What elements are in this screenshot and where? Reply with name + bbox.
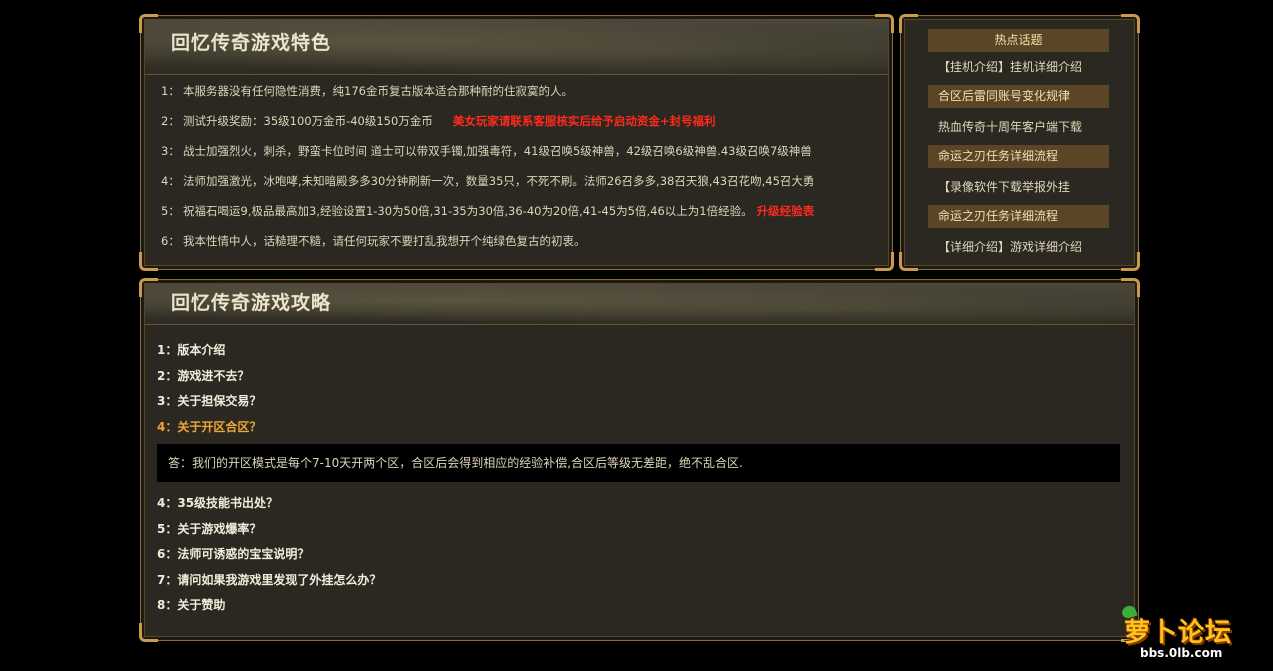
faq-question[interactable]: 8：关于赞助 xyxy=(157,593,1120,619)
feature-number: 2： xyxy=(161,114,180,128)
faq-question[interactable]: 1：版本介绍 xyxy=(157,338,1120,364)
feature-highlight-link[interactable]: 美女玩家请联系客服核实后给予启动资金+封号福利 xyxy=(453,114,716,128)
feature-text: 战士加强烈火，刺杀，野蛮卡位时间 道士可以带双手镯,加强毒符，41级召唤5级神兽… xyxy=(183,144,812,158)
faq-question[interactable]: 6：法师可诱惑的宝宝说明？ xyxy=(157,542,1120,568)
hot-topics-list: 热点话题 【挂机介绍】挂机详细介绍 合区后雷同账号变化规律 热血传奇十周年客户端… xyxy=(928,29,1109,262)
guide-faq-list: 1：版本介绍 2：游戏进不去？ 3：关于担保交易？ 4：关于开区合区？ 答：我们… xyxy=(157,338,1120,619)
feature-text: 我本性情中人，话糙理不糙，请任何玩家不要打乱我想开个纯绿色复古的初衷。 xyxy=(183,234,586,248)
features-panel: 回忆传奇游戏特色 1： 本服务器没有任何隐性消费，纯176金币复古版本适合那种耐的… xyxy=(139,14,894,271)
feature-number: 1： xyxy=(161,84,180,98)
feature-text: 祝福石喝运9,极品最高加3,经验设置1-30为50倍,31-35为30倍,36-… xyxy=(183,204,753,218)
feature-item: 2： 测试升级奖励：35级100万金币-40级150万金币 美女玩家请联系客服核实后… xyxy=(161,106,882,136)
hot-topic-link[interactable]: 热血传奇十周年客户端下载 xyxy=(928,112,1109,142)
feature-text: 法师加强激光，冰咆哮,未知暗殿多多30分钟刷新一次，数量35只，不死不刷。法师2… xyxy=(183,174,815,188)
faq-question[interactable]: 3：关于担保交易？ xyxy=(157,389,1120,415)
feature-number: 4： xyxy=(161,174,180,188)
guide-panel: 回忆传奇游戏攻略 1：版本介绍 2：游戏进不去？ 3：关于担保交易？ 4：关于开… xyxy=(139,278,1140,642)
hot-topic-link[interactable]: 【详细介绍】游戏详细介绍 xyxy=(928,232,1109,262)
watermark-url: bbs.0lb.com xyxy=(1140,646,1223,660)
feature-item: 4： 法师加强激光，冰咆哮,未知暗殿多多30分钟刷新一次，数量35只，不死不刷。法… xyxy=(161,166,882,196)
feature-item: 5： 祝福石喝运9,极品最高加3,经验设置1-30为50倍,31-35为30倍,3… xyxy=(161,196,882,226)
faq-question[interactable]: 4：35级技能书出处？ xyxy=(157,491,1120,517)
guide-title: 回忆传奇游戏攻略 xyxy=(171,292,332,314)
faq-question[interactable]: 5：关于游戏爆率？ xyxy=(157,517,1120,543)
hot-topic-link[interactable]: 命运之刃任务详细流程 xyxy=(928,205,1109,228)
hot-topic-link[interactable]: 【挂机介绍】挂机详细介绍 xyxy=(928,52,1109,82)
feature-number: 5： xyxy=(161,204,180,218)
faq-question-active[interactable]: 4：关于开区合区？ xyxy=(157,415,1120,441)
corner-ornament xyxy=(899,14,918,33)
panel-header: 回忆传奇游戏攻略 xyxy=(145,284,1134,325)
hot-topics-panel: 热点话题 【挂机介绍】挂机详细介绍 合区后雷同账号变化规律 热血传奇十周年客户端… xyxy=(899,14,1140,271)
hot-topic-link[interactable]: 【录像软件下载举报外挂 xyxy=(928,172,1109,202)
hot-topics-title: 热点话题 xyxy=(928,29,1109,52)
features-title: 回忆传奇游戏特色 xyxy=(171,32,332,54)
faq-question[interactable]: 7：请问如果我游戏里发现了外挂怎么办？ xyxy=(157,568,1120,594)
corner-ornament xyxy=(139,252,158,271)
watermark-logo-text: 萝卜论坛 xyxy=(1124,618,1233,648)
hot-topic-link[interactable]: 合区后雷同账号变化规律 xyxy=(928,85,1109,108)
level-exp-table-link[interactable]: 升级经验表 xyxy=(757,204,815,218)
feature-item: 6： 我本性情中人，话糙理不糙，请任何玩家不要打乱我想开个纯绿色复古的初衷。 xyxy=(161,226,882,256)
feature-item: 3： 战士加强烈火，刺杀，野蛮卡位时间 道士可以带双手镯,加强毒符，41级召唤5级… xyxy=(161,136,882,166)
corner-ornament xyxy=(1121,14,1140,33)
panel-header: 回忆传奇游戏特色 xyxy=(145,20,888,75)
hot-topic-link[interactable]: 命运之刃任务详细流程 xyxy=(928,145,1109,168)
feature-text: 本服务器没有任何隐性消费，纯176金币复古版本适合那种耐的住寂寞的人。 xyxy=(183,84,573,98)
faq-question[interactable]: 2：游戏进不去？ xyxy=(157,364,1120,390)
features-list: 1： 本服务器没有任何隐性消费，纯176金币复古版本适合那种耐的住寂寞的人。 2：… xyxy=(161,76,882,256)
feature-text: 测试升级奖励：35级100万金币-40级150万金币 xyxy=(183,114,433,128)
faq-answer: 答：我们的开区模式是每个7-10天开两个区，合区后会得到相应的经验补偿,合区后等… xyxy=(157,444,1120,482)
corner-ornament xyxy=(139,623,158,642)
feature-item: 1： 本服务器没有任何隐性消费，纯176金币复古版本适合那种耐的住寂寞的人。 xyxy=(161,76,882,106)
corner-ornament xyxy=(1121,252,1140,271)
watermark-logo: 萝卜论坛 bbs.0lb.com xyxy=(1120,603,1264,664)
feature-number: 6： xyxy=(161,234,180,248)
feature-number: 3： xyxy=(161,144,180,158)
corner-ornament xyxy=(899,252,918,271)
